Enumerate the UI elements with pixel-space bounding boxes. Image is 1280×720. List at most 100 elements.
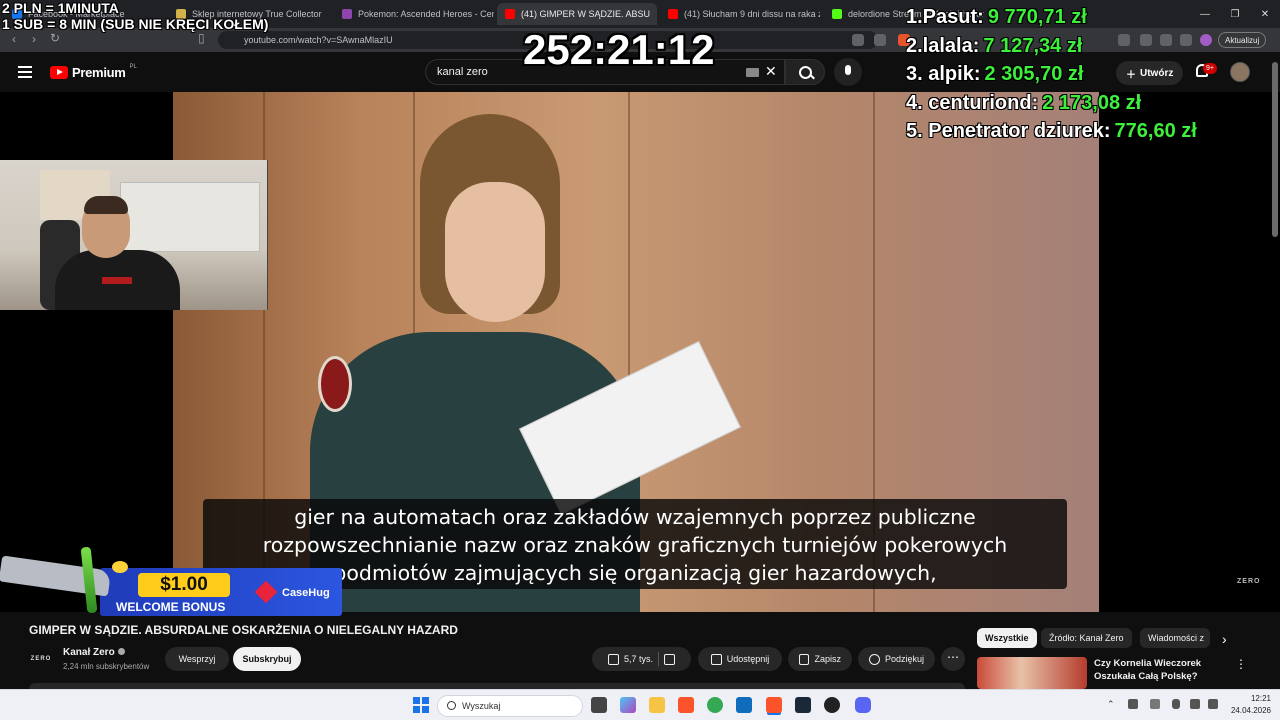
recommended-thumbnail[interactable] bbox=[977, 657, 1087, 689]
task-view-icon[interactable] bbox=[591, 697, 607, 713]
windows-start-icon[interactable] bbox=[413, 697, 429, 713]
screen: Facebook - Marketplace Sklep internetowy… bbox=[0, 0, 1280, 720]
donor-name: 4. centuriond: bbox=[906, 91, 1039, 114]
promo-brand: CaseHug bbox=[282, 587, 330, 599]
donor-amount: 2 305,70 zł bbox=[984, 63, 1084, 85]
menu-icon[interactable] bbox=[18, 66, 32, 78]
chip-news[interactable]: Wiadomości z bbox=[1140, 628, 1210, 648]
youtube-icon bbox=[505, 9, 515, 19]
divider bbox=[658, 652, 659, 666]
back-icon[interactable]: ‹ bbox=[12, 32, 16, 46]
youtube-icon bbox=[668, 9, 678, 19]
chip-all[interactable]: Wszystkie bbox=[977, 628, 1037, 648]
taskbar-search[interactable]: Wyszukaj bbox=[437, 695, 583, 717]
save-button[interactable]: Zapisz bbox=[788, 647, 852, 671]
casehug-promo-banner: $1.00 WELCOME BONUS CaseHug bbox=[0, 545, 345, 619]
system-clock[interactable]: 12:21 24.04.2026 bbox=[1225, 693, 1271, 717]
more-actions-icon[interactable]: ⋯ bbox=[941, 647, 965, 671]
obs-icon[interactable] bbox=[824, 697, 840, 713]
tab-label: Pokemon: Ascended Heroes - Ceny I bbox=[358, 9, 494, 19]
donor-amount: 7 127,34 zł bbox=[983, 34, 1083, 57]
recommended-more-icon[interactable]: ⋮ bbox=[1235, 657, 1247, 671]
kick-icon bbox=[832, 9, 842, 19]
tray-app-icon[interactable] bbox=[1150, 699, 1160, 709]
save-icon bbox=[799, 653, 810, 665]
channel-name-row[interactable]: Kanał Zero bbox=[63, 647, 125, 658]
leaderboard-row: 1.Pasut: 9 770,71 zł bbox=[906, 6, 1197, 35]
store-icon[interactable] bbox=[736, 697, 752, 713]
brave-icon[interactable] bbox=[678, 697, 694, 713]
youtube-logo[interactable]: Premium PL bbox=[50, 64, 137, 80]
clear-search-icon[interactable]: ✕ bbox=[765, 63, 777, 80]
tab-pokemon[interactable]: Pokemon: Ascended Heroes - Ceny I bbox=[334, 3, 494, 25]
support-button[interactable]: Wesprzyj bbox=[165, 647, 229, 671]
discord-icon[interactable] bbox=[855, 697, 871, 713]
thanks-button[interactable]: Podziękuj bbox=[858, 647, 935, 671]
copilot-icon[interactable] bbox=[620, 697, 636, 713]
thumbs-up-icon[interactable] bbox=[607, 653, 619, 665]
donor-name: 2.lalala: bbox=[906, 34, 980, 57]
page-scrollbar[interactable] bbox=[1272, 52, 1278, 688]
like-count[interactable]: 5,7 tys. bbox=[624, 654, 653, 664]
update-button[interactable]: Aktualizuj bbox=[1218, 32, 1267, 48]
notification-badge: 9+ bbox=[1203, 63, 1217, 74]
volume-icon[interactable] bbox=[1208, 699, 1218, 709]
donor-name: 5. Penetrator dziurek: bbox=[906, 120, 1111, 142]
rule-line: 2 PLN = 1MINUTA bbox=[2, 0, 119, 16]
share-button[interactable]: Udostępnij bbox=[698, 647, 782, 671]
donation-rules: 2 PLN = 1MINUTA 1 SUB = 8 MIN (SUB NIE K… bbox=[2, 0, 268, 32]
forward-icon[interactable]: › bbox=[32, 32, 36, 46]
file-explorer-icon[interactable] bbox=[649, 697, 665, 713]
keyboard-icon[interactable] bbox=[746, 68, 759, 77]
chevron-right-icon[interactable]: › bbox=[1222, 631, 1227, 647]
voice-search-button[interactable] bbox=[834, 58, 862, 86]
tray-overflow-icon[interactable]: ⌃ bbox=[1107, 699, 1115, 710]
streamer-webcam bbox=[0, 160, 268, 310]
video-title: GIMPER W SĄDZIE. ABSURDALNE OSKARŻENIA O… bbox=[29, 623, 458, 637]
rule-line: 1 SUB = 8 MIN (SUB NIE KRĘCI KOŁEM) bbox=[2, 16, 269, 32]
leaderboard-row: 4. centuriond: 2 173,08 zł bbox=[906, 92, 1197, 121]
channel-avatar[interactable]: ZERO bbox=[28, 648, 54, 670]
avatar[interactable] bbox=[1230, 62, 1250, 82]
thumbs-down-icon[interactable] bbox=[664, 653, 675, 665]
m-logo-icon bbox=[342, 9, 352, 19]
leaderboard-row: 2.lalala: 7 127,34 zł bbox=[906, 35, 1197, 64]
save-label: Zapisz bbox=[814, 654, 841, 664]
subscribe-button[interactable]: Subskrybuj bbox=[233, 647, 301, 671]
leaderboard-row: 5. Penetrator dziurek: 776,60 zł bbox=[906, 120, 1197, 149]
logo-text: Premium bbox=[72, 65, 126, 80]
profile-icon[interactable] bbox=[1200, 34, 1212, 46]
streamer-hair bbox=[84, 196, 128, 214]
mic-tray-icon[interactable] bbox=[1172, 699, 1180, 709]
tab-youtube-2[interactable]: (41) Słucham 9 dni dissu na raka żeb bbox=[660, 3, 820, 25]
leaderboard-row: 3. alpik: 2 305,70 zł bbox=[906, 63, 1197, 92]
donor-name: 1.Pasut: bbox=[906, 6, 984, 28]
brave-active-icon[interactable] bbox=[766, 697, 782, 713]
windows-taskbar: Wyszukaj ⌃ 12:21 24.04.2026 bbox=[0, 689, 1280, 720]
like-dislike-group: 5,7 tys. bbox=[592, 647, 691, 671]
scrollbar-thumb[interactable] bbox=[1272, 62, 1278, 237]
close-tab-icon[interactable]: ✕ bbox=[656, 9, 657, 20]
close-window-icon[interactable]: ✕ bbox=[1250, 0, 1280, 28]
share-icon[interactable] bbox=[874, 34, 886, 46]
clock-time: 12:21 bbox=[1250, 694, 1271, 703]
tab-youtube-active[interactable]: (41) GIMPER W SĄDZIE. ABSU ✕ bbox=[497, 3, 657, 25]
chrome-icon[interactable] bbox=[707, 697, 723, 713]
donation-leaderboard: 1.Pasut: 9 770,71 zł 2.lalala: 7 127,34 zł… bbox=[906, 6, 1197, 149]
bookmark-icon[interactable]: ▯ bbox=[198, 31, 205, 45]
reload-icon[interactable]: ↻ bbox=[50, 31, 60, 45]
search-button[interactable] bbox=[785, 59, 825, 85]
cast-icon[interactable] bbox=[852, 34, 864, 46]
maximize-icon[interactable]: ❐ bbox=[1220, 0, 1250, 28]
shirt-logo bbox=[102, 277, 132, 284]
channel-name[interactable]: Kanał Zero bbox=[63, 647, 115, 658]
recommended-title[interactable]: Czy Kornelia Wieczorek Oszukała Całą Pol… bbox=[1094, 657, 1214, 683]
network-icon[interactable] bbox=[1190, 699, 1200, 709]
promo-bonus-text: WELCOME BONUS bbox=[116, 600, 226, 614]
steam-icon[interactable] bbox=[795, 697, 811, 713]
thanks-icon bbox=[869, 653, 880, 665]
tray-app-icon[interactable] bbox=[1128, 699, 1138, 709]
clock-date: 24.04.2026 bbox=[1230, 706, 1271, 715]
kitchen-cabinets bbox=[120, 182, 260, 252]
chip-source[interactable]: Źródło: Kanał Zero bbox=[1041, 628, 1132, 648]
